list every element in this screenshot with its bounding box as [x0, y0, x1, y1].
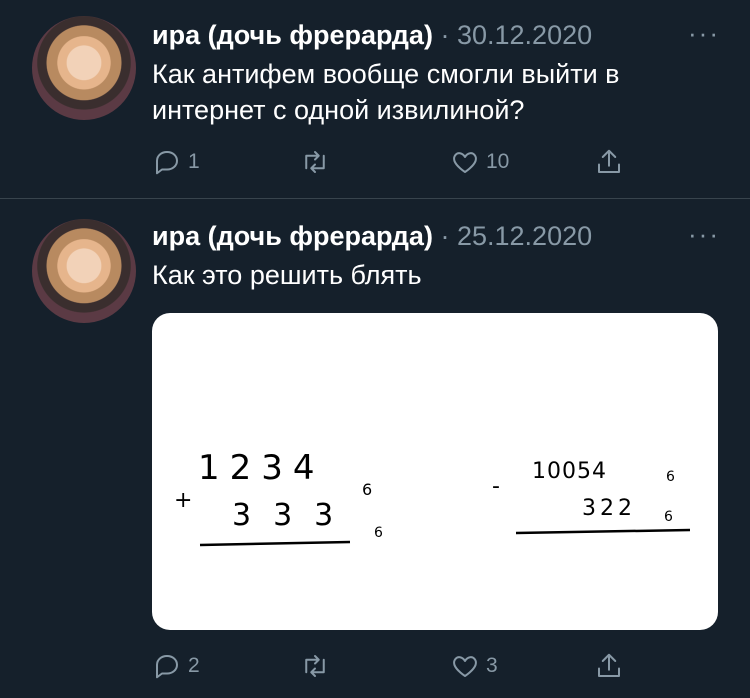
share-button[interactable]: [594, 648, 624, 684]
retweet-button[interactable]: [300, 144, 336, 180]
tweet-actions: 1 10: [152, 144, 710, 180]
author-name[interactable]: ира (дочь фрерарда): [152, 221, 433, 251]
tweet[interactable]: ира (дочь фрерарда) · 25.12.2020 ··· Как…: [0, 199, 750, 698]
right-difference-line: [515, 528, 691, 535]
right-operator: -: [492, 474, 500, 499]
like-count: 10: [486, 150, 510, 173]
like-button[interactable]: 3: [450, 648, 498, 684]
tweet-text: Как это решить блять: [152, 260, 422, 290]
reply-button[interactable]: 1: [152, 144, 200, 180]
avatar[interactable]: [32, 16, 136, 120]
retweet-button[interactable]: [300, 648, 336, 684]
dot-separator: ·: [440, 221, 450, 251]
reply-count: 1: [188, 150, 200, 173]
right-top-number: 10054: [532, 459, 607, 484]
retweet-icon: [305, 655, 325, 677]
like-button[interactable]: 10: [450, 144, 509, 180]
left-sum-line: [199, 540, 351, 547]
handwritten-math: + 1234 6 333 6 - 10054 6 322 6: [174, 448, 691, 547]
tweet-text: Как антифем вообще смогли выйти в интерн…: [152, 59, 620, 125]
reply-button[interactable]: 2: [152, 648, 200, 684]
left-bottom-number: 333: [232, 498, 355, 533]
dot-separator: ·: [440, 20, 450, 50]
left-top-number: 1234: [198, 448, 325, 488]
left-top-base: 6: [362, 480, 372, 499]
retweet-icon: [305, 151, 325, 173]
share-icon: [598, 653, 620, 677]
right-bottom-number: 322: [582, 496, 636, 521]
more-options-button[interactable]: ···: [688, 217, 720, 251]
tweet-date[interactable]: 25.12.2020: [457, 221, 592, 251]
share-button[interactable]: [594, 144, 624, 180]
left-operator: +: [174, 488, 192, 513]
left-bottom-base: 6: [374, 525, 383, 541]
author-name[interactable]: ира (дочь фрерарда): [152, 20, 433, 50]
tweet-header: ира (дочь фрерарда) · 25.12.2020 ···: [152, 219, 720, 253]
right-bottom-base: 6: [664, 509, 673, 525]
tweet-date[interactable]: 30.12.2020: [457, 20, 592, 50]
right-top-base: 6: [666, 469, 675, 485]
avatar[interactable]: [32, 219, 136, 323]
tweet-image[interactable]: + 1234 6 333 6 - 10054 6 322 6: [152, 313, 718, 630]
like-count: 3: [486, 654, 498, 677]
tweet-header: ира (дочь фрерарда) · 30.12.2020 ···: [152, 18, 720, 52]
share-icon: [598, 149, 620, 173]
tweet[interactable]: ира (дочь фрерарда) · 30.12.2020 ··· Как…: [0, 0, 750, 199]
reply-count: 2: [188, 654, 200, 677]
more-options-button[interactable]: ···: [688, 16, 720, 50]
tweet-actions: 2 3: [152, 648, 710, 684]
heart-icon: [453, 152, 477, 173]
reply-icon: [156, 151, 178, 175]
heart-icon: [453, 656, 477, 677]
reply-icon: [156, 655, 178, 679]
